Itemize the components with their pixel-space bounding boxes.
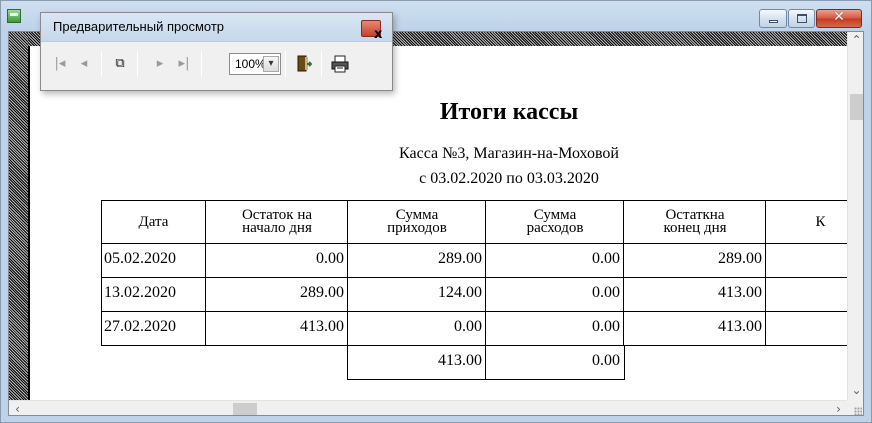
table-value-cell: 413.00 [623, 311, 767, 346]
toolbar-separator [201, 51, 202, 77]
table-value-cell: 413.00 [623, 277, 767, 312]
page-edge [28, 46, 30, 400]
minimize-icon [769, 20, 778, 23]
toolbar-separator [101, 51, 102, 77]
table-value-cell: 124.00 [347, 277, 487, 312]
print-icon[interactable] [329, 53, 351, 75]
preview-close-button[interactable]: x [361, 20, 382, 42]
scroll-left-icon[interactable]: ‹ [9, 401, 26, 415]
exit-icon[interactable] [293, 53, 315, 75]
table-header-cell: Сумма приходов [347, 200, 487, 244]
preview-toolbar-title: Предварительный просмотр [53, 19, 225, 34]
table-header-cell: Сумма расходов [485, 200, 625, 244]
toolbar-separator [137, 51, 138, 77]
previous-page-icon[interactable]: ◂ [73, 53, 95, 75]
preview-toolbar: |◂ ◂ ⧉ ▸ ▸| 100% ▾ [41, 41, 392, 90]
scroll-right-icon[interactable]: › [830, 401, 847, 415]
table-value-cell: 0.00 [485, 243, 625, 278]
total-expense-cell: 0.00 [485, 345, 625, 380]
table-value-cell: 289.00 [205, 277, 349, 312]
close-icon: x [374, 27, 383, 42]
page-background-left [9, 32, 28, 400]
horizontal-scroll-thumb[interactable] [233, 403, 257, 415]
zoom-select[interactable]: 100% ▾ [229, 53, 281, 75]
minimize-button[interactable] [759, 9, 787, 28]
zoom-value: 100% [235, 57, 266, 71]
resize-grip-icon[interactable] [847, 400, 863, 415]
table-value-cell: 0.00 [347, 311, 487, 346]
chevron-down-icon[interactable]: ▾ [263, 56, 279, 72]
multi-page-icon[interactable]: ⧉ [109, 53, 131, 75]
maximize-button[interactable] [788, 9, 815, 28]
toolbar-separator [285, 51, 286, 77]
table-value-cell: 0.00 [205, 243, 349, 278]
table-header-cell: Остаткна конец дня [623, 200, 767, 244]
report-subtitle-period: с 03.02.2020 по 03.03.2020 [419, 170, 599, 187]
last-page-icon[interactable]: ▸| [173, 53, 195, 75]
report-title: Итоги кассы [439, 99, 579, 125]
toolbar-separator [321, 51, 322, 77]
preview-toolbar-window: Предварительный просмотр x |◂ ◂ ⧉ ▸ ▸| 1… [40, 12, 393, 91]
close-window-button[interactable]: ✕ [816, 9, 862, 28]
report-subtitle-register: Касса №3, Магазин-на-Моховой [399, 145, 619, 162]
close-icon: ✕ [833, 9, 845, 25]
horizontal-scrollbar[interactable]: ‹ › [9, 400, 847, 415]
total-income-cell: 413.00 [347, 345, 487, 380]
scroll-down-icon[interactable]: ⌄ [848, 382, 863, 399]
app-icon [7, 9, 21, 23]
vertical-scrollbar[interactable]: ⌃ ⌄ [847, 32, 863, 400]
table-value-cell: 0.00 [485, 277, 625, 312]
table-header-cell: Дата [101, 200, 206, 244]
table-date-cell: 13.02.2020 [101, 277, 206, 312]
scroll-up-icon[interactable]: ⌃ [848, 32, 863, 49]
table-value-cell: 289.00 [623, 243, 767, 278]
table-value-cell: 0.00 [485, 311, 625, 346]
table-date-cell: 27.02.2020 [101, 311, 206, 346]
table-date-cell: 05.02.2020 [101, 243, 206, 278]
maximize-icon [797, 14, 807, 23]
table-value-cell: 289.00 [347, 243, 487, 278]
next-page-icon[interactable]: ▸ [149, 53, 171, 75]
first-page-icon[interactable]: |◂ [49, 53, 71, 75]
table-value-cell: 413.00 [205, 311, 349, 346]
table-header-cell: Остаток на начало дня [205, 200, 349, 244]
vertical-scroll-thumb[interactable] [850, 94, 863, 120]
preview-toolbar-title-bar[interactable]: Предварительный просмотр x [41, 13, 392, 42]
